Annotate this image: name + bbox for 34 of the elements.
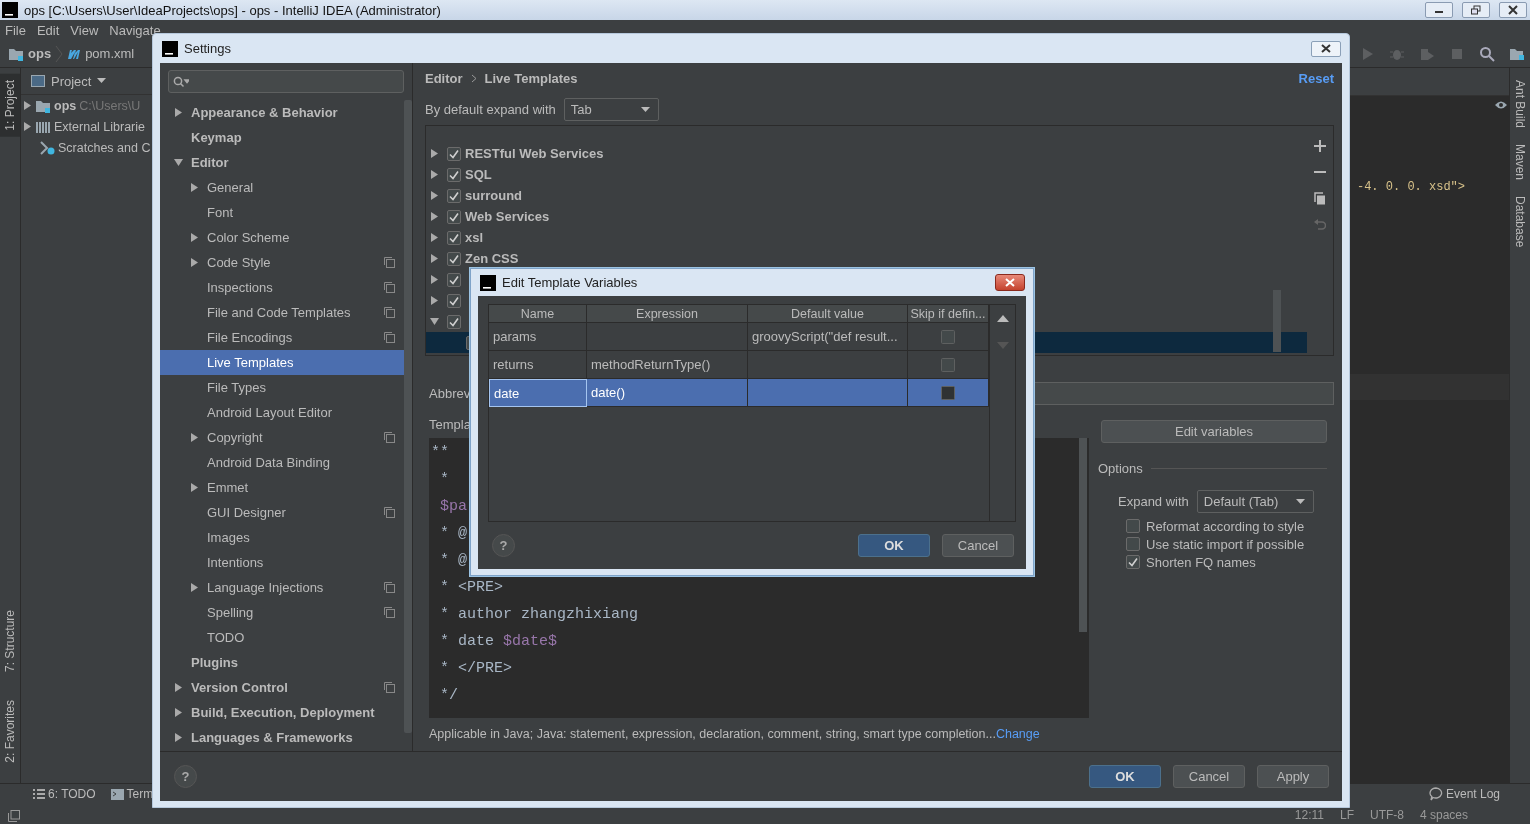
- field-label: By default expand with: [425, 102, 556, 117]
- code-line: *: [439, 470, 449, 490]
- group-name: surround: [465, 188, 523, 203]
- table-cell: methodReturnType(): [591, 357, 711, 372]
- group-name: Zen CSS: [465, 251, 519, 266]
- table-cell: groovyScript("def result...: [752, 329, 898, 344]
- group-name: xsl: [465, 230, 484, 245]
- breadcrumb-item: Live Templates: [484, 70, 578, 86]
- group-name: SQL: [465, 167, 492, 182]
- dialog-title: Settings: [184, 41, 231, 56]
- section-title: Options: [1098, 461, 1143, 476]
- applicable-contexts-text: Applicable in Java; Java: statement, expression, declaration, comment, string, smart type completion...Change: [429, 727, 1041, 741]
- code-line: * @: [439, 551, 467, 571]
- table-cell: params: [493, 329, 537, 344]
- code-line: * author zhangzhixiang: [439, 605, 639, 625]
- path-text: C:\Users\U: [79, 98, 141, 113]
- field-label: Expand with: [1118, 494, 1189, 509]
- breadcrumb-item: Editor: [425, 70, 463, 86]
- field-label: Abbrev: [429, 386, 471, 401]
- code-line: * date $date$: [439, 632, 558, 652]
- table-cell: date: [494, 385, 520, 401]
- code-line: $pa: [439, 497, 467, 517]
- dialog-title: Edit Template Variables: [502, 275, 638, 290]
- code-line: * <PRE>: [439, 578, 503, 598]
- code-line: * </PRE>: [439, 659, 512, 679]
- group-name: RESTful Web Services: [465, 146, 604, 161]
- code-line: */: [439, 686, 458, 706]
- code-line: -4. 0. 0. xsd">: [1355, 180, 1466, 194]
- window-title: ops [C:\Users\User\IdeaProjects\ops] - ops - IntelliJ IDEA (Administrator): [24, 2, 441, 18]
- table-cell: returns: [493, 357, 534, 372]
- group-name: Web Services: [465, 209, 550, 224]
- code-line: * @: [439, 524, 467, 544]
- code-line: **: [431, 443, 449, 463]
- table-cell: date(): [591, 385, 625, 400]
